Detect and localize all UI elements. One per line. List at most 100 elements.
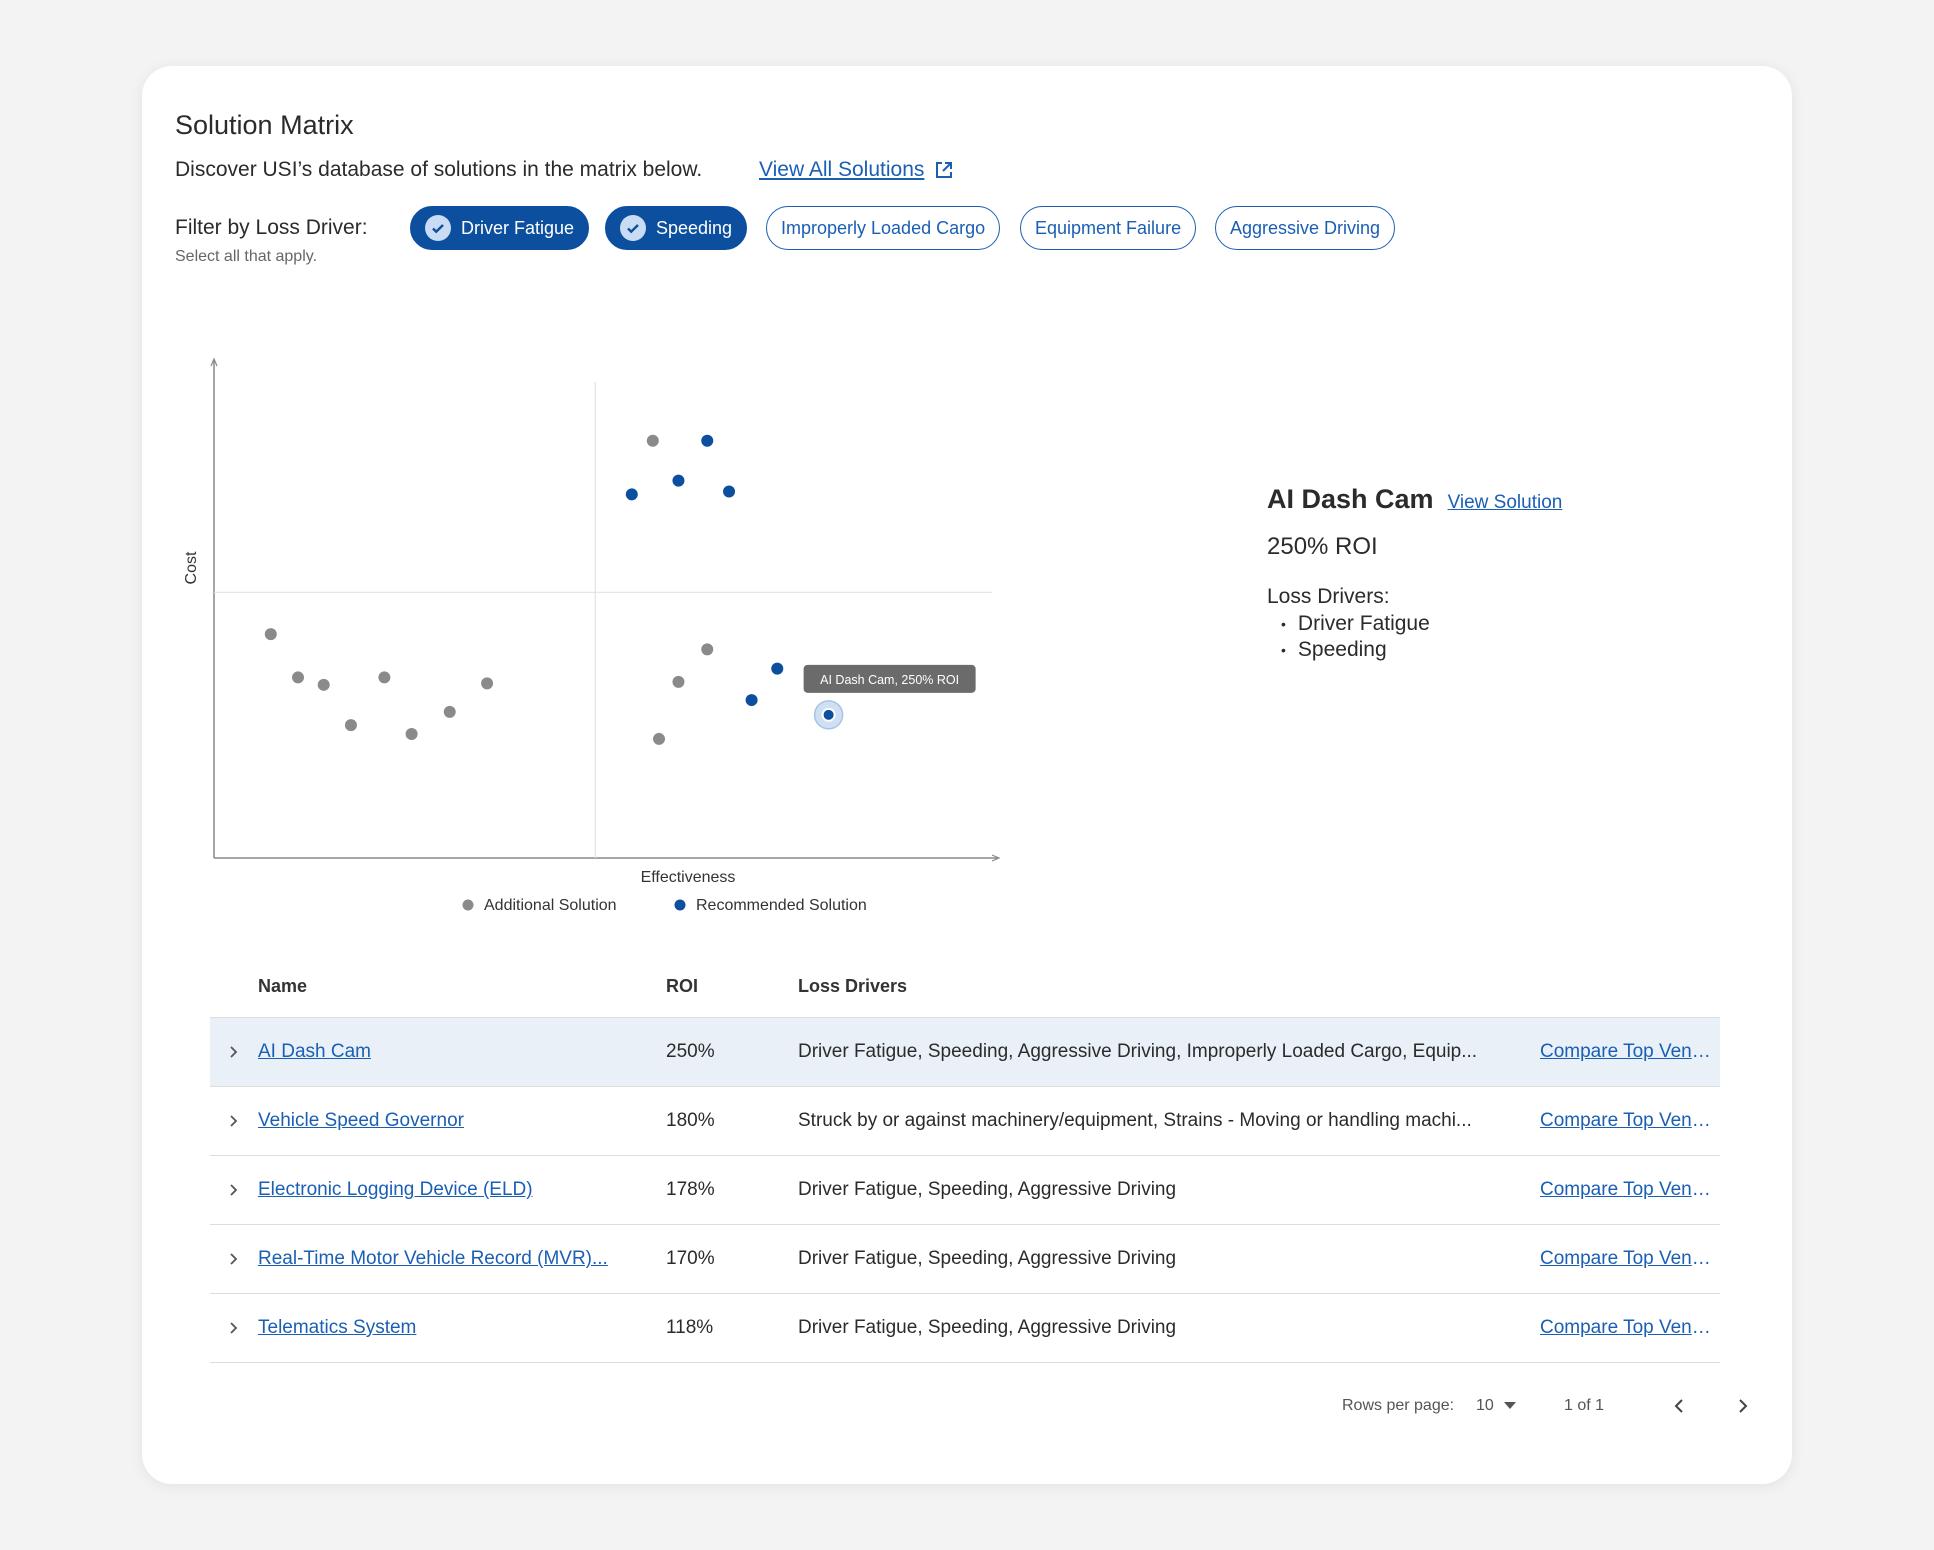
chevron-right-icon <box>230 1322 238 1334</box>
chip-label: Driver Fatigue <box>461 217 575 238</box>
compare-top-vendors-link[interactable]: Compare Top Vendors <box>1540 1110 1720 1132</box>
chevron-right-icon <box>230 1184 238 1196</box>
chart-tooltip: AI Dash Cam, 250% ROI <box>803 664 976 693</box>
chevron-right-icon <box>230 1046 238 1058</box>
chip-label: Speeding <box>656 217 733 238</box>
pagination: Rows per page: 10 1 of 1 <box>1342 1391 1748 1421</box>
expand-row-button[interactable] <box>210 1045 258 1059</box>
legend-marker <box>462 899 474 911</box>
table-row[interactable]: AI Dash Cam 250% Driver Fatigue, Speedin… <box>210 1018 1720 1087</box>
loss-drivers-cell: Struck by or against machinery/equipment… <box>798 1110 1472 1131</box>
table-row[interactable]: Electronic Logging Device (ELD) 178% Dri… <box>210 1156 1720 1225</box>
solution-scatter-chart: AI Dash Cam, 250% ROI Effectiveness Cost… <box>183 357 1001 914</box>
data-point <box>344 719 357 732</box>
chip-label: Improperly Loaded Cargo <box>781 217 986 238</box>
page-info: 1 of 1 <box>1564 1397 1605 1414</box>
filter-chip-improperly-loaded-cargo[interactable]: Improperly Loaded Cargo <box>766 206 1001 250</box>
data-point <box>292 671 305 684</box>
filter-chip-speeding[interactable]: Speeding <box>605 206 748 250</box>
data-point <box>745 694 758 707</box>
data-point <box>378 671 391 684</box>
active-data-point <box>821 707 836 722</box>
rows-per-page-label: Rows per page: <box>1342 1397 1455 1414</box>
y-axis-label: Cost <box>183 551 200 584</box>
compare-top-vendors-link[interactable]: Compare Top Vendors <box>1540 1179 1720 1201</box>
table-row[interactable]: Telematics System 118% Driver Fatigue, S… <box>210 1294 1720 1363</box>
data-point <box>653 732 666 745</box>
check-icon <box>425 215 451 241</box>
legend-label: Additional Solution <box>484 897 617 914</box>
expand-row-button[interactable] <box>210 1321 258 1335</box>
data-point <box>672 675 685 688</box>
data-point <box>723 485 736 498</box>
chart-points <box>264 434 844 745</box>
compare-top-vendors-link[interactable]: Compare Top Vendors <box>1540 1317 1720 1339</box>
caret-down-icon <box>1503 1402 1516 1409</box>
page-subtitle: Discover USI’s database of solutions in … <box>175 158 703 181</box>
page-title: Solution Matrix <box>175 110 354 140</box>
filter-chip-driver-fatigue[interactable]: Driver Fatigue <box>410 206 590 250</box>
solution-name-link[interactable]: Telematics System <box>258 1317 666 1339</box>
solution-detail-panel: AI Dash Cam View Solution 250% ROI Loss … <box>1267 484 1667 663</box>
tooltip-text: AI Dash Cam, 250% ROI <box>820 673 959 687</box>
detail-loss-drivers-label: Loss Drivers: <box>1267 585 1390 608</box>
loss-drivers-cell: Driver Fatigue, Speeding, Aggressive Dri… <box>798 1317 1177 1338</box>
roi-cell: 178% <box>666 1179 715 1200</box>
filter-chip-aggressive-driving[interactable]: Aggressive Driving <box>1215 206 1396 250</box>
table-row[interactable]: Real-Time Motor Vehicle Record (MVR)... … <box>210 1225 1720 1294</box>
filter-chip-equipment-failure[interactable]: Equipment Failure <box>1020 206 1197 250</box>
column-header-loss-drivers[interactable]: Loss Drivers <box>798 976 1540 997</box>
expand-row-button[interactable] <box>210 1114 258 1128</box>
filter-hint: Select all that apply. <box>175 248 318 265</box>
compare-top-vendors-link[interactable]: Compare Top Vendors <box>1540 1041 1720 1063</box>
filter-label: Filter by Loss Driver: <box>175 216 368 239</box>
data-point <box>701 643 714 656</box>
chip-label: Equipment Failure <box>1035 217 1182 238</box>
chevron-right-icon <box>1739 1399 1748 1413</box>
detail-loss-driver-item: Speeding <box>1281 637 1667 663</box>
expand-row-button[interactable] <box>210 1252 258 1266</box>
chart-axes <box>210 357 1001 862</box>
detail-solution-name: AI Dash Cam <box>1267 484 1434 514</box>
loss-drivers-cell: Driver Fatigue, Speeding, Aggressive Dri… <box>798 1248 1177 1269</box>
solution-name-link[interactable]: AI Dash Cam <box>258 1041 666 1063</box>
solution-name-link[interactable]: Electronic Logging Device (ELD) <box>258 1179 666 1201</box>
view-all-solutions-link[interactable]: View All Solutions <box>759 158 954 182</box>
rows-per-page-value: 10 <box>1476 1397 1494 1414</box>
data-point <box>405 728 418 741</box>
data-point <box>317 678 330 691</box>
compare-top-vendors-link[interactable]: Compare Top Vendors <box>1540 1248 1720 1270</box>
data-point <box>625 488 638 501</box>
data-point <box>481 677 494 690</box>
roi-cell: 118% <box>666 1317 714 1338</box>
data-point <box>264 628 277 641</box>
loss-drivers-cell: Driver Fatigue, Speeding, Aggressive Dri… <box>798 1179 1177 1200</box>
chevron-left-icon <box>1674 1399 1683 1413</box>
solution-name-link[interactable]: Vehicle Speed Governor <box>258 1110 666 1132</box>
view-all-label: View All Solutions <box>759 158 925 181</box>
chart-legend: Additional Solution Recommended Solution <box>462 897 867 914</box>
column-header-roi[interactable]: ROI <box>666 976 798 997</box>
detail-loss-driver-item: Driver Fatigue <box>1281 611 1667 637</box>
rows-per-page-select[interactable]: 10 <box>1476 1391 1516 1421</box>
data-point <box>646 434 659 447</box>
x-axis-label: Effectiveness <box>641 869 736 886</box>
data-point <box>443 705 456 718</box>
table-row[interactable]: Vehicle Speed Governor 180% Struck by or… <box>210 1087 1720 1156</box>
view-solution-link[interactable]: View Solution <box>1448 492 1563 514</box>
chevron-right-icon <box>230 1253 238 1265</box>
legend-label: Recommended Solution <box>696 897 867 914</box>
data-point <box>771 662 784 675</box>
chevron-right-icon <box>230 1115 238 1127</box>
chip-label: Aggressive Driving <box>1230 217 1381 238</box>
column-header-name[interactable]: Name <box>258 976 666 997</box>
roi-cell: 170% <box>666 1248 715 1269</box>
external-link-icon <box>936 162 953 178</box>
solution-name-link[interactable]: Real-Time Motor Vehicle Record (MVR)... <box>258 1248 666 1270</box>
table-header: Name ROI Loss Drivers <box>210 956 1720 1018</box>
next-page-button[interactable] <box>1728 1391 1758 1421</box>
previous-page-button[interactable] <box>1664 1391 1694 1421</box>
loss-drivers-cell: Driver Fatigue, Speeding, Aggressive Dri… <box>798 1041 1478 1062</box>
check-icon <box>620 215 646 241</box>
expand-row-button[interactable] <box>210 1183 258 1197</box>
